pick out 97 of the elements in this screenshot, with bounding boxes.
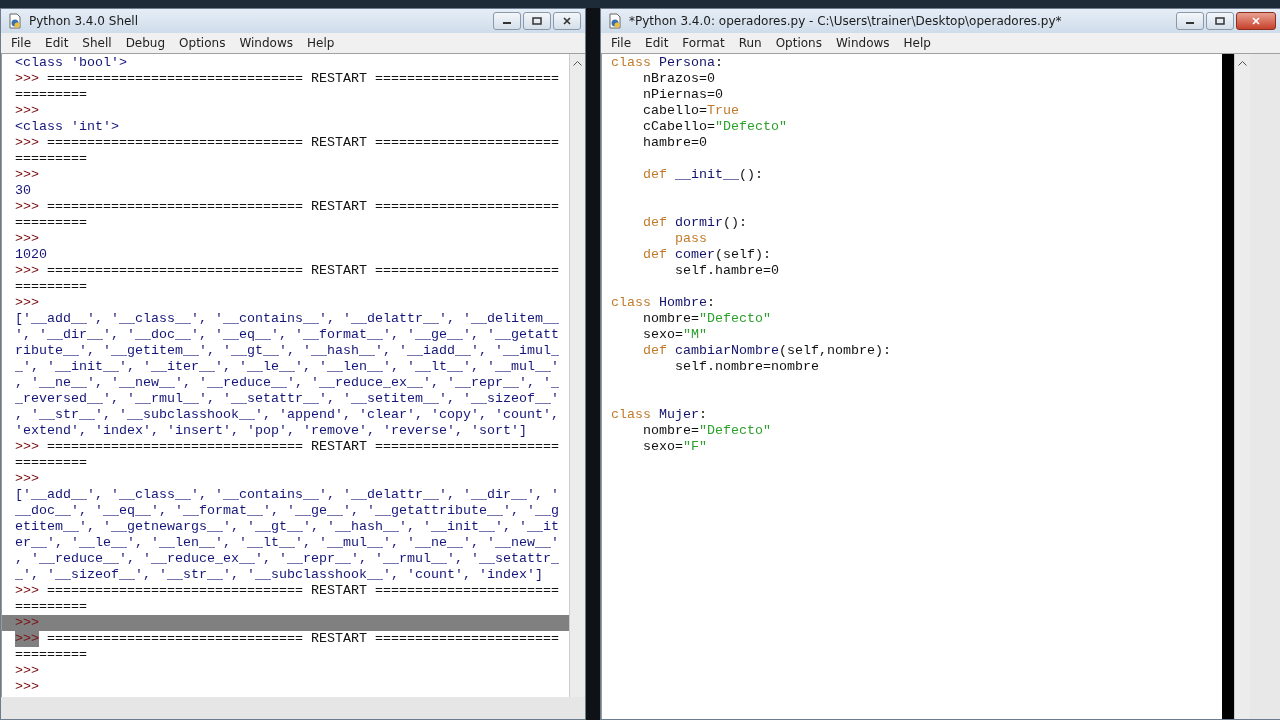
maximize-icon bbox=[1215, 17, 1225, 25]
prompt: >>> bbox=[15, 135, 39, 151]
menu-item[interactable]: Format bbox=[676, 36, 733, 50]
scroll-up-icon[interactable] bbox=[573, 60, 582, 66]
menu-item[interactable]: Edit bbox=[39, 36, 77, 50]
menu-item[interactable]: Debug bbox=[119, 36, 174, 50]
window-title: *Python 3.4.0: operadores.py - C:\Users\trainer\Desktop\operadores.py* bbox=[629, 14, 1062, 28]
maximize-button[interactable] bbox=[1206, 12, 1234, 30]
maximize-icon bbox=[532, 17, 542, 25]
output-text: _reversed__', '__rmul__', '__setattr__', '__setitem__', '__sizeof__' bbox=[15, 391, 559, 407]
prompt: >>> bbox=[15, 71, 39, 87]
code-line: class Mujer: bbox=[611, 407, 707, 423]
restart-text: ========= bbox=[15, 151, 87, 167]
restart-text: ========= bbox=[15, 279, 87, 295]
menu-item[interactable]: File bbox=[605, 36, 640, 50]
scrollbar[interactable] bbox=[569, 54, 585, 697]
python-file-icon bbox=[607, 13, 623, 29]
code-line: cabello=True bbox=[642, 103, 739, 119]
prompt: >>> bbox=[15, 583, 39, 599]
menu-item[interactable]: Windows bbox=[233, 36, 301, 50]
code-line: def cambiarNombre(self,nombre): bbox=[642, 343, 891, 359]
code-line: pass bbox=[674, 231, 707, 247]
python-file-icon bbox=[7, 13, 23, 29]
restart-text: ================================ RESTART ======================= bbox=[47, 135, 559, 151]
restart-text: ================================ RESTART ======================= bbox=[47, 71, 559, 87]
menu-item[interactable]: Help bbox=[897, 36, 939, 50]
code-line: class Persona: bbox=[611, 55, 723, 71]
output-text: <class 'int'> bbox=[15, 119, 119, 135]
code-line: cCabello="Defecto" bbox=[642, 119, 787, 135]
prompt: >>> bbox=[15, 663, 39, 679]
output-text: , '__ne__', '__new__', '__reduce__', '__reduce_ex__', '__repr__', '_ bbox=[15, 375, 559, 391]
code-line: class Hombre: bbox=[611, 295, 715, 311]
output-text: , '__str__', '__subclasshook__', 'append', 'clear', 'copy', 'count', bbox=[15, 407, 559, 423]
output-text: ['__add__', '__class__', '__contains__', '__delattr__', '__delitem__ bbox=[15, 311, 559, 327]
output-text: ', '__dir__', '__doc__', '__eq__', '__format__', '__ge__', '__getatt bbox=[15, 327, 559, 343]
close-icon bbox=[1251, 17, 1261, 25]
restart-text: ================================ RESTART ======================= bbox=[47, 199, 559, 215]
restart-text: ========= bbox=[15, 87, 87, 103]
restart-text: ================================ RESTART ======================= bbox=[47, 583, 559, 599]
menu-item[interactable]: Run bbox=[732, 36, 770, 50]
window-title: Python 3.4.0 Shell bbox=[29, 14, 139, 28]
code-line: nombre="Defecto" bbox=[642, 311, 771, 327]
close-button[interactable] bbox=[1236, 12, 1276, 30]
output-text: _', '__sizeof__', '__str__', '__subclasshook__', 'count', 'index'] bbox=[15, 567, 543, 583]
restart-text: ========= bbox=[15, 599, 87, 615]
scrollbar[interactable] bbox=[1234, 54, 1250, 719]
restart-text: ================================ RESTART ======================= bbox=[47, 631, 559, 647]
output-text: <class 'bool'> bbox=[15, 55, 127, 71]
restart-text: ================================ RESTART ======================= bbox=[47, 263, 559, 279]
maximize-button[interactable] bbox=[523, 12, 551, 30]
prompt: >>> bbox=[15, 263, 39, 279]
output-text: 'extend', 'index', 'insert', 'pop', 'remove', 'reverse', 'sort'] bbox=[15, 423, 527, 439]
prompt: >>> bbox=[15, 471, 39, 487]
close-icon bbox=[562, 17, 572, 25]
restart-text: ========= bbox=[15, 647, 87, 663]
code-line: nombre="Defecto" bbox=[642, 423, 771, 439]
output-text: __doc__', '__eq__', '__format__', '__ge__', '__getattribute__', '__g bbox=[15, 503, 559, 519]
code-line: sexo="F" bbox=[642, 439, 707, 455]
menu-item[interactable]: Options bbox=[769, 36, 830, 50]
minimize-button[interactable] bbox=[1176, 12, 1204, 30]
code-line: nBrazos=0 bbox=[642, 71, 715, 87]
prompt: >>> bbox=[15, 679, 39, 695]
output-text: er__', '__le__', '__len__', '__lt__', '__mul__', '__ne__', '__new__' bbox=[15, 535, 559, 551]
output-text: ['__add__', '__class__', '__contains__', '__delattr__', '__dir__', ' bbox=[15, 487, 559, 503]
menu-item[interactable]: Shell bbox=[76, 36, 120, 50]
prompt: >>> bbox=[15, 295, 39, 311]
menu-item[interactable]: Windows bbox=[829, 36, 898, 50]
code-line: def comer(self): bbox=[642, 247, 771, 263]
code-line: def __init__(): bbox=[642, 167, 763, 183]
menu-item[interactable]: Edit bbox=[639, 36, 677, 50]
menu-item[interactable]: Help bbox=[301, 36, 343, 50]
code-line: sexo="M" bbox=[642, 327, 707, 343]
output-text: ribute__', '__getitem__', '__gt__', '__hash__', '__iadd__', '__imul_ bbox=[15, 343, 559, 359]
restart-text: ========= bbox=[15, 455, 87, 471]
prompt: >>> bbox=[15, 439, 39, 455]
code-line: self.hambre=0 bbox=[674, 263, 779, 279]
menu-item[interactable]: File bbox=[5, 36, 40, 50]
output-text: _', '__init__', '__iter__', '__le__', '__len__', '__lt__', '__mul__' bbox=[15, 359, 559, 375]
code-line: hambre=0 bbox=[642, 135, 707, 151]
restart-text: ========= bbox=[15, 215, 87, 231]
prompt: >>> bbox=[15, 231, 39, 247]
code-line: def dormir(): bbox=[642, 215, 747, 231]
output-text: 30 bbox=[15, 183, 31, 199]
menu-item[interactable]: Options bbox=[173, 36, 234, 50]
code-line: nPiernas=0 bbox=[642, 87, 723, 103]
restart-text: ================================ RESTART ======================= bbox=[47, 439, 559, 455]
minimize-button[interactable] bbox=[493, 12, 521, 30]
prompt: >>> bbox=[15, 167, 39, 183]
close-button[interactable] bbox=[553, 12, 581, 30]
output-text: , '__reduce__', '__reduce_ex__', '__repr__', '__rmul__', '__setattr_ bbox=[15, 551, 559, 567]
scroll-up-icon[interactable] bbox=[1238, 60, 1247, 66]
output-text: 1020 bbox=[15, 247, 47, 263]
output-text: etitem__', '__getnewargs__', '__gt__', '__hash__', '__init__', '__it bbox=[15, 519, 559, 535]
prompt: >>> bbox=[15, 103, 39, 119]
code-line: self.nombre=nombre bbox=[674, 359, 819, 375]
prompt: >>> bbox=[15, 199, 39, 215]
prompt: >>> bbox=[15, 631, 39, 647]
